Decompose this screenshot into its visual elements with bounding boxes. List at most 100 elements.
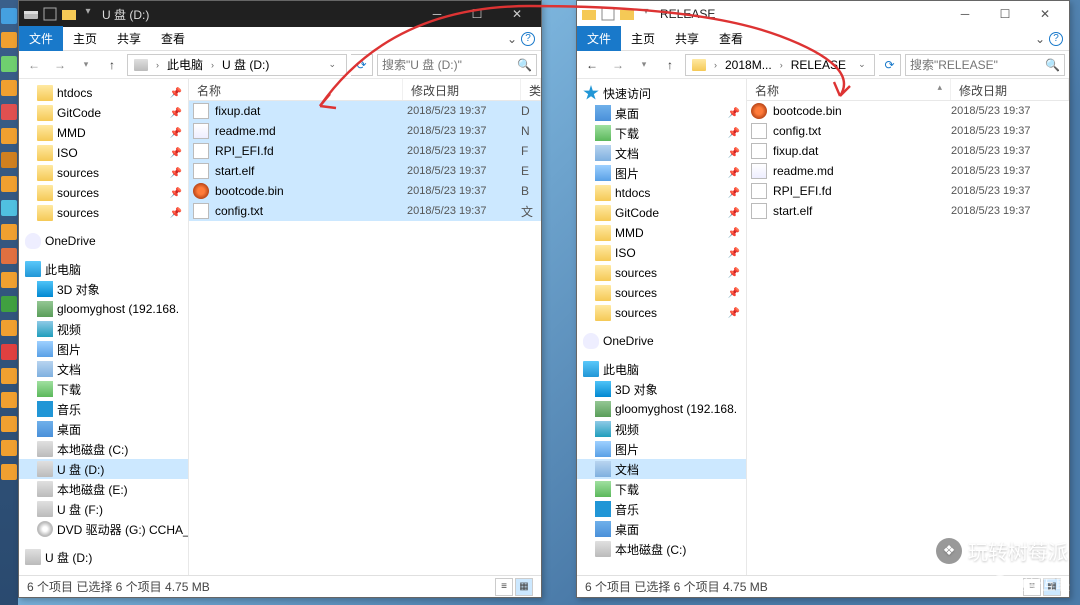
properties-icon[interactable]	[42, 6, 58, 22]
tree-item[interactable]: 视频	[19, 319, 188, 339]
file-row[interactable]: start.elf2018/5/23 19:37E	[189, 161, 541, 181]
tab-home[interactable]: 主页	[621, 26, 665, 51]
tree-item[interactable]: U 盘 (D:)	[19, 459, 188, 479]
tree-section-header[interactable]: OneDrive	[577, 331, 746, 351]
tree-item[interactable]: MMD📌	[577, 223, 746, 243]
file-row[interactable]: RPI_EFI.fd2018/5/23 19:37	[747, 181, 1069, 201]
tree-item[interactable]: 桌面	[19, 419, 188, 439]
col-type[interactable]: 类	[521, 79, 541, 100]
file-row[interactable]: bootcode.bin2018/5/23 19:37	[747, 101, 1069, 121]
ribbon-expand-icon[interactable]: ⌄	[507, 32, 517, 46]
tree-section-header[interactable]: 此电脑	[19, 259, 188, 279]
file-row[interactable]: fixup.dat2018/5/23 19:37	[747, 141, 1069, 161]
nav-back-button[interactable]: ←	[581, 54, 603, 76]
search-box[interactable]: 🔍	[377, 54, 537, 76]
qat-dropdown-icon[interactable]: ▾	[80, 6, 96, 22]
nav-tree[interactable]: htdocs📌GitCode📌MMD📌ISO📌sources📌sources📌s…	[19, 79, 189, 575]
properties-icon[interactable]	[600, 6, 616, 22]
crumb-drive[interactable]: U 盘 (D:)	[218, 56, 273, 73]
col-date[interactable]: 修改日期	[951, 79, 1069, 100]
maximize-button[interactable]: ☐	[985, 1, 1025, 27]
file-row[interactable]: config.txt2018/5/23 19:37	[747, 121, 1069, 141]
tree-item[interactable]: 文档	[19, 359, 188, 379]
folder-icon[interactable]	[61, 6, 77, 22]
tree-item[interactable]: 桌面	[577, 519, 746, 539]
tree-item[interactable]: MMD📌	[19, 123, 188, 143]
tree-section-header[interactable]: U 盘 (D:)	[19, 547, 188, 567]
tree-section-header[interactable]: 快速访问	[577, 83, 746, 103]
nav-tree[interactable]: 快速访问桌面📌下载📌文档📌图片📌htdocs📌GitCode📌MMD📌ISO📌s…	[577, 79, 747, 575]
tree-item[interactable]: GitCode📌	[577, 203, 746, 223]
tree-item[interactable]: sources📌	[577, 263, 746, 283]
list-header[interactable]: 名称 修改日期 类	[189, 79, 541, 101]
nav-forward-button[interactable]: →	[607, 54, 629, 76]
tab-share[interactable]: 共享	[107, 26, 151, 51]
tab-file[interactable]: 文件	[577, 26, 621, 51]
tree-section-header[interactable]: OneDrive	[19, 231, 188, 251]
nav-recent-icon[interactable]: ▾	[75, 54, 97, 76]
breadcrumb[interactable]: › 此电脑 › U 盘 (D:) ⌄	[127, 54, 347, 76]
view-details-icon[interactable]: ≡	[495, 578, 513, 596]
tree-item[interactable]: 桌面📌	[577, 103, 746, 123]
tree-item[interactable]: gloomyghost (192.168.	[19, 299, 188, 319]
tree-item[interactable]: sources📌	[19, 163, 188, 183]
nav-up-button[interactable]: ↑	[101, 54, 123, 76]
tree-item[interactable]: 文档📌	[577, 143, 746, 163]
folder-icon[interactable]	[619, 6, 635, 22]
file-row[interactable]: readme.md2018/5/23 19:37	[747, 161, 1069, 181]
close-button[interactable]: ✕	[1025, 1, 1065, 27]
tree-item[interactable]: 音乐	[19, 399, 188, 419]
tree-item[interactable]: 下载📌	[577, 123, 746, 143]
tree-item[interactable]: htdocs📌	[577, 183, 746, 203]
col-name[interactable]: 名称▴	[747, 79, 951, 100]
help-icon[interactable]: ?	[1049, 32, 1063, 46]
tree-item[interactable]: 文档	[577, 459, 746, 479]
tree-item[interactable]: 图片	[19, 339, 188, 359]
tree-item[interactable]: 3D 对象	[577, 379, 746, 399]
nav-recent-icon[interactable]: ▾	[633, 54, 655, 76]
tree-item[interactable]: 本地磁盘 (C:)	[577, 539, 746, 559]
nav-forward-button[interactable]: →	[49, 54, 71, 76]
tree-item[interactable]: 视频	[577, 419, 746, 439]
search-input[interactable]	[910, 58, 1045, 72]
maximize-button[interactable]: ☐	[457, 1, 497, 27]
crumb-2[interactable]: RELEASE	[787, 58, 850, 72]
search-box[interactable]: 🔍	[905, 54, 1065, 76]
tree-item[interactable]: GitCode📌	[19, 103, 188, 123]
tree-item[interactable]: sources📌	[577, 283, 746, 303]
file-row[interactable]: bootcode.bin2018/5/23 19:37B	[189, 181, 541, 201]
minimize-button[interactable]: ─	[417, 1, 457, 27]
file-row[interactable]: fixup.dat2018/5/23 19:37D	[189, 101, 541, 121]
qat-dropdown-icon[interactable]: ▾	[638, 6, 654, 22]
tree-item[interactable]: 下载	[19, 379, 188, 399]
nav-up-button[interactable]: ↑	[659, 54, 681, 76]
close-button[interactable]: ✕	[497, 1, 537, 27]
tree-item[interactable]: U 盘 (F:)	[19, 499, 188, 519]
tree-item[interactable]: 3D 对象	[19, 279, 188, 299]
minimize-button[interactable]: ─	[945, 1, 985, 27]
tree-item[interactable]: gloomyghost (192.168.	[577, 399, 746, 419]
file-row[interactable]: RPI_EFI.fd2018/5/23 19:37F	[189, 141, 541, 161]
help-icon[interactable]: ?	[521, 32, 535, 46]
tree-item[interactable]: ISO📌	[577, 243, 746, 263]
tree-item[interactable]: 本地磁盘 (C:)	[19, 439, 188, 459]
tree-item[interactable]: 下载	[577, 479, 746, 499]
tab-view[interactable]: 查看	[709, 26, 753, 51]
tab-share[interactable]: 共享	[665, 26, 709, 51]
search-icon[interactable]: 🔍	[1045, 58, 1060, 72]
tree-item[interactable]: ISO📌	[19, 143, 188, 163]
search-input[interactable]	[382, 58, 517, 72]
crumb-dropdown-icon[interactable]: ⌄	[324, 59, 340, 70]
tree-section-header[interactable]: 此电脑	[577, 359, 746, 379]
file-row[interactable]: config.txt2018/5/23 19:37文	[189, 201, 541, 221]
tree-item[interactable]: sources📌	[577, 303, 746, 323]
tab-home[interactable]: 主页	[63, 26, 107, 51]
file-row[interactable]: start.elf2018/5/23 19:37	[747, 201, 1069, 221]
search-icon[interactable]: 🔍	[517, 58, 532, 72]
tree-item[interactable]: 图片📌	[577, 163, 746, 183]
tab-file[interactable]: 文件	[19, 26, 63, 51]
nav-back-button[interactable]: ←	[23, 54, 45, 76]
ribbon-expand-icon[interactable]: ⌄	[1035, 32, 1045, 46]
refresh-button[interactable]: ⟳	[879, 54, 901, 76]
tab-view[interactable]: 查看	[151, 26, 195, 51]
